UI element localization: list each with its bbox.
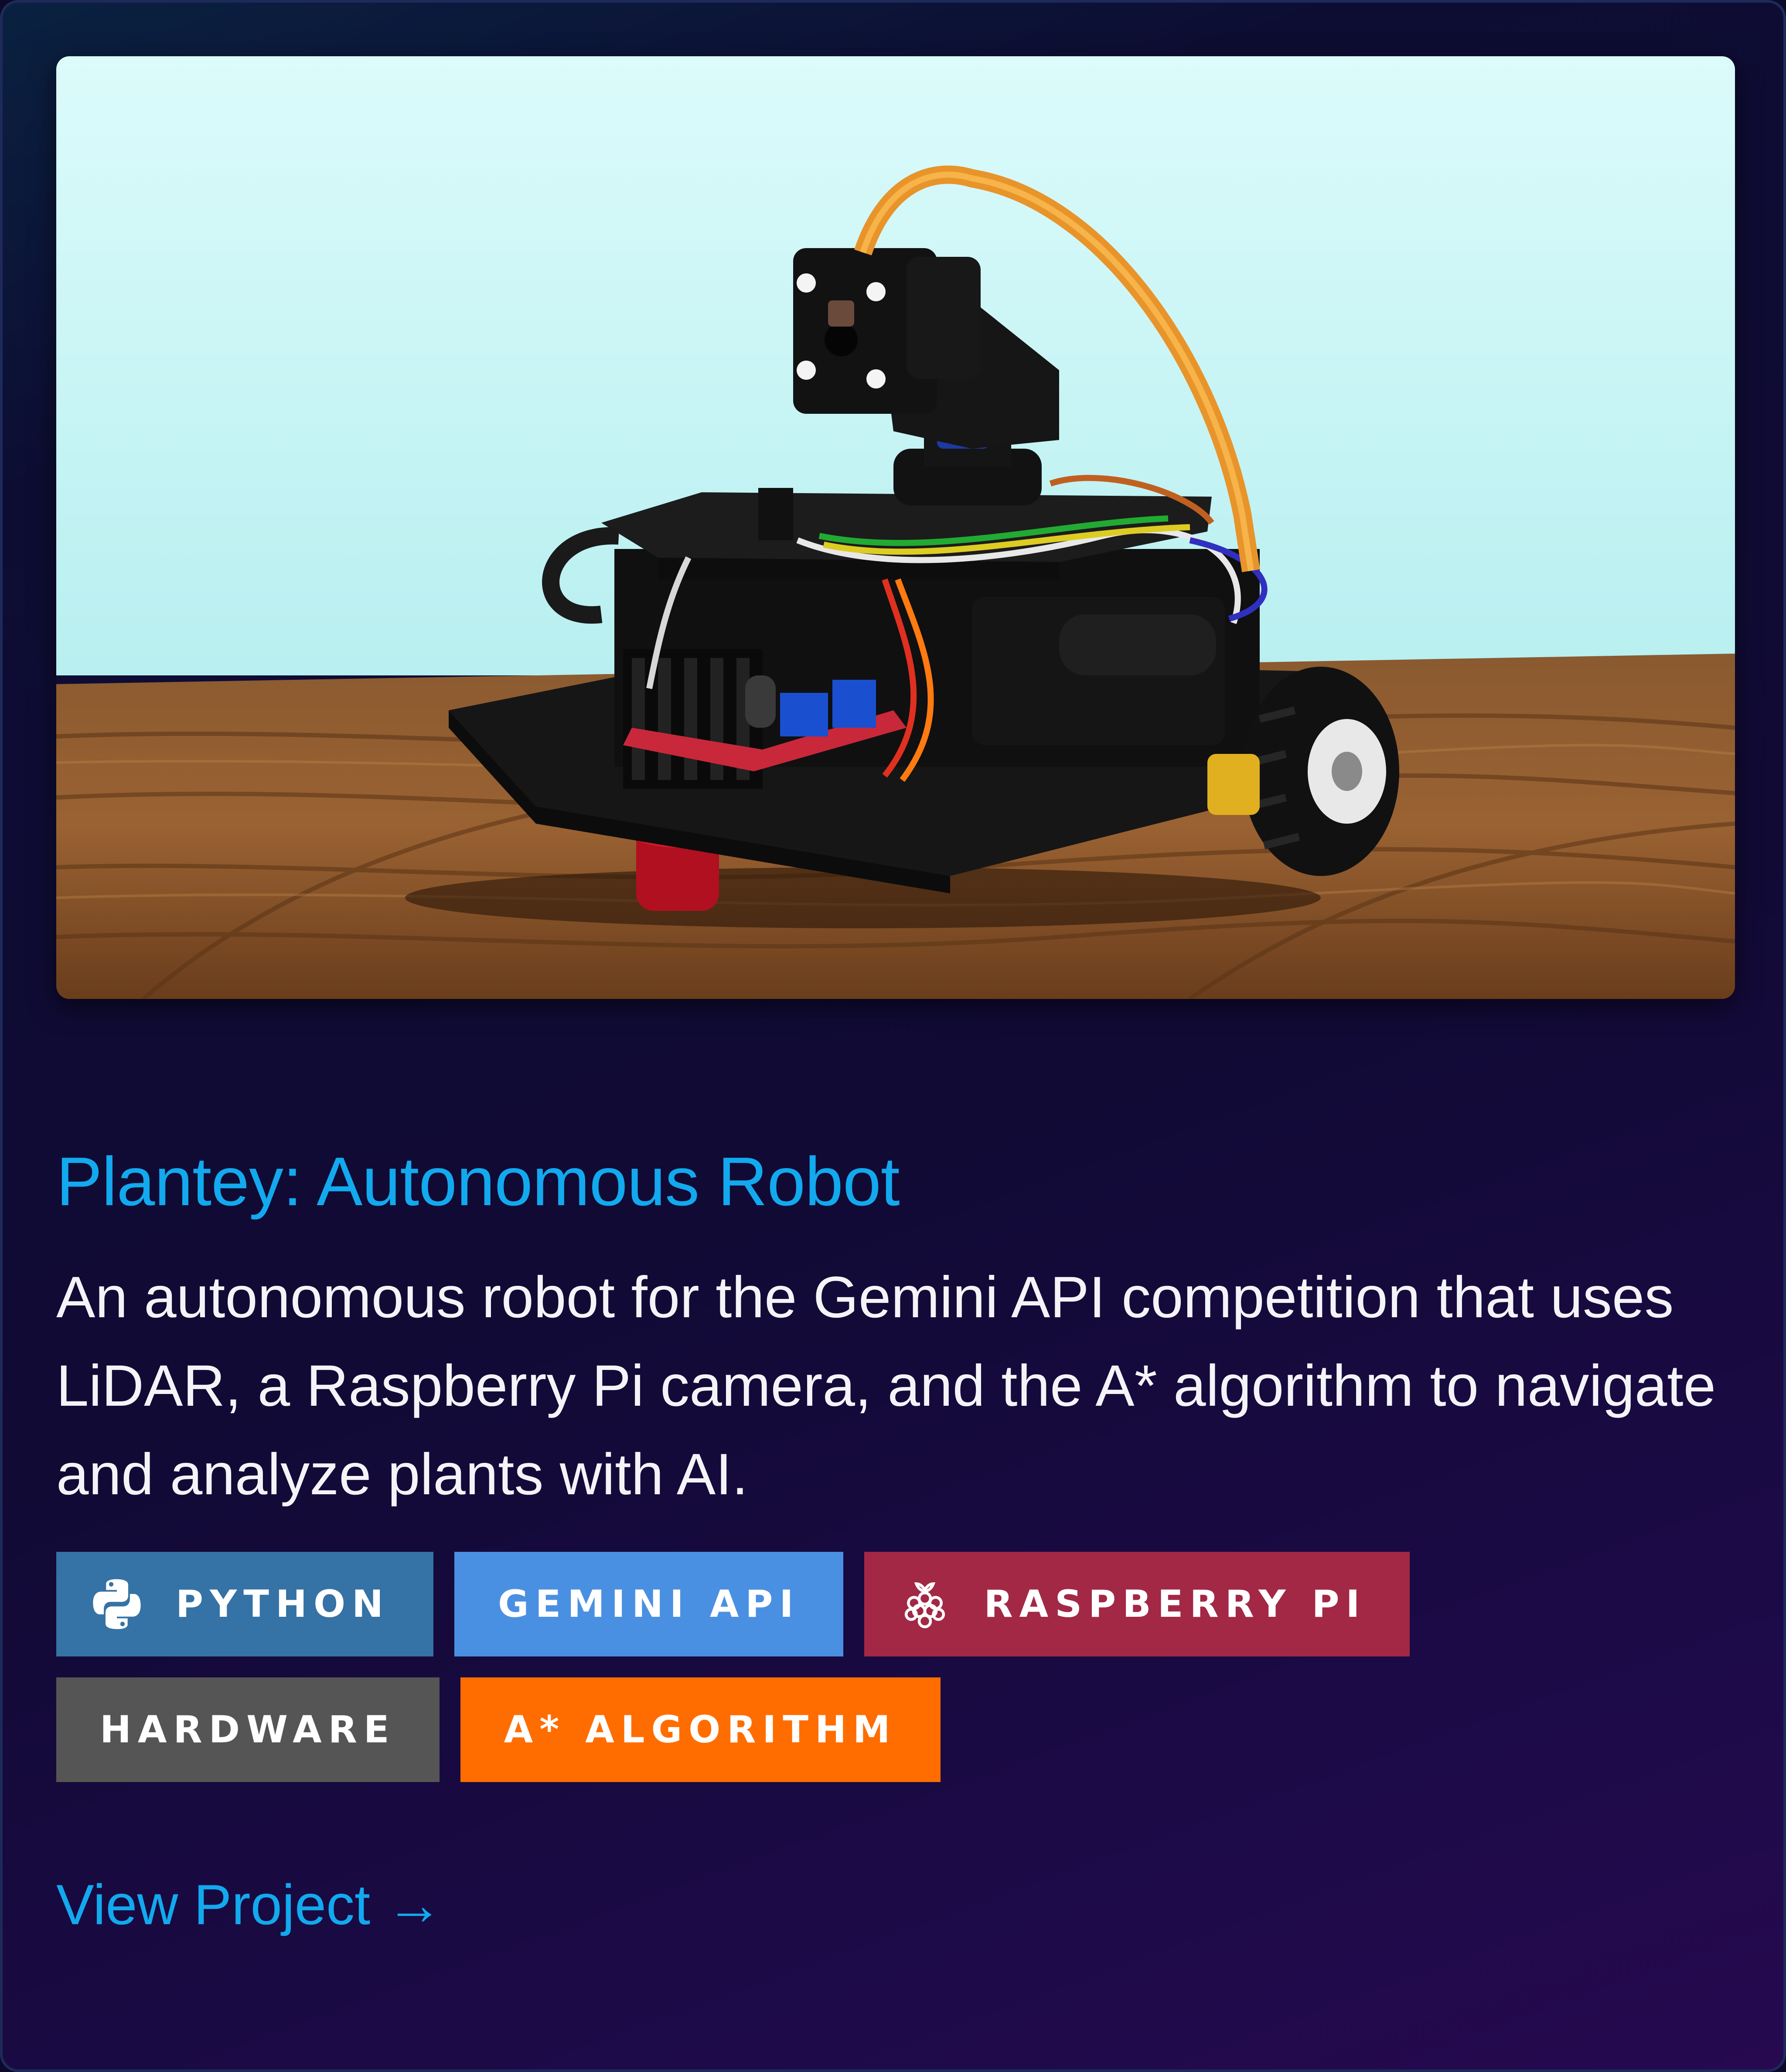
project-image[interactable] (56, 56, 1735, 999)
raspberry-pi-icon (896, 1576, 953, 1632)
tag-label: GEMINI API (498, 1582, 800, 1626)
tag-gemini-api: GEMINI API (454, 1552, 844, 1656)
view-project-link[interactable]: View Project → (56, 1871, 443, 1939)
robot-photo (56, 56, 1735, 999)
tag-raspberry-pi: RASPBERRY PI (864, 1552, 1410, 1656)
python-icon (89, 1576, 145, 1632)
tag-python: PYTHON (56, 1552, 434, 1656)
project-card: Plantey: Autonomous Robot An autonomous … (0, 0, 1786, 2072)
project-title: Plantey: Autonomous Robot (56, 1143, 900, 1220)
tag-label: A* ALGORITHM (504, 1708, 897, 1752)
tag-label: HARDWARE (100, 1708, 396, 1752)
tag-row: HARDWARE A* ALGORITHM (56, 1677, 1735, 1782)
tag-label: RASPBERRY PI (984, 1582, 1367, 1626)
project-description: An autonomous robot for the Gemini API c… (56, 1265, 1716, 1507)
tag-hardware: HARDWARE (56, 1677, 440, 1782)
tag-row: PYTHON GEMINI API RASPBERRY PI (56, 1552, 1735, 1656)
tag-list: PYTHON GEMINI API RASPBERRY PI HARDWARE … (56, 1552, 1735, 1803)
tag-label: PYTHON (176, 1582, 390, 1626)
tag-a-star-algorithm: A* ALGORITHM (460, 1677, 941, 1782)
